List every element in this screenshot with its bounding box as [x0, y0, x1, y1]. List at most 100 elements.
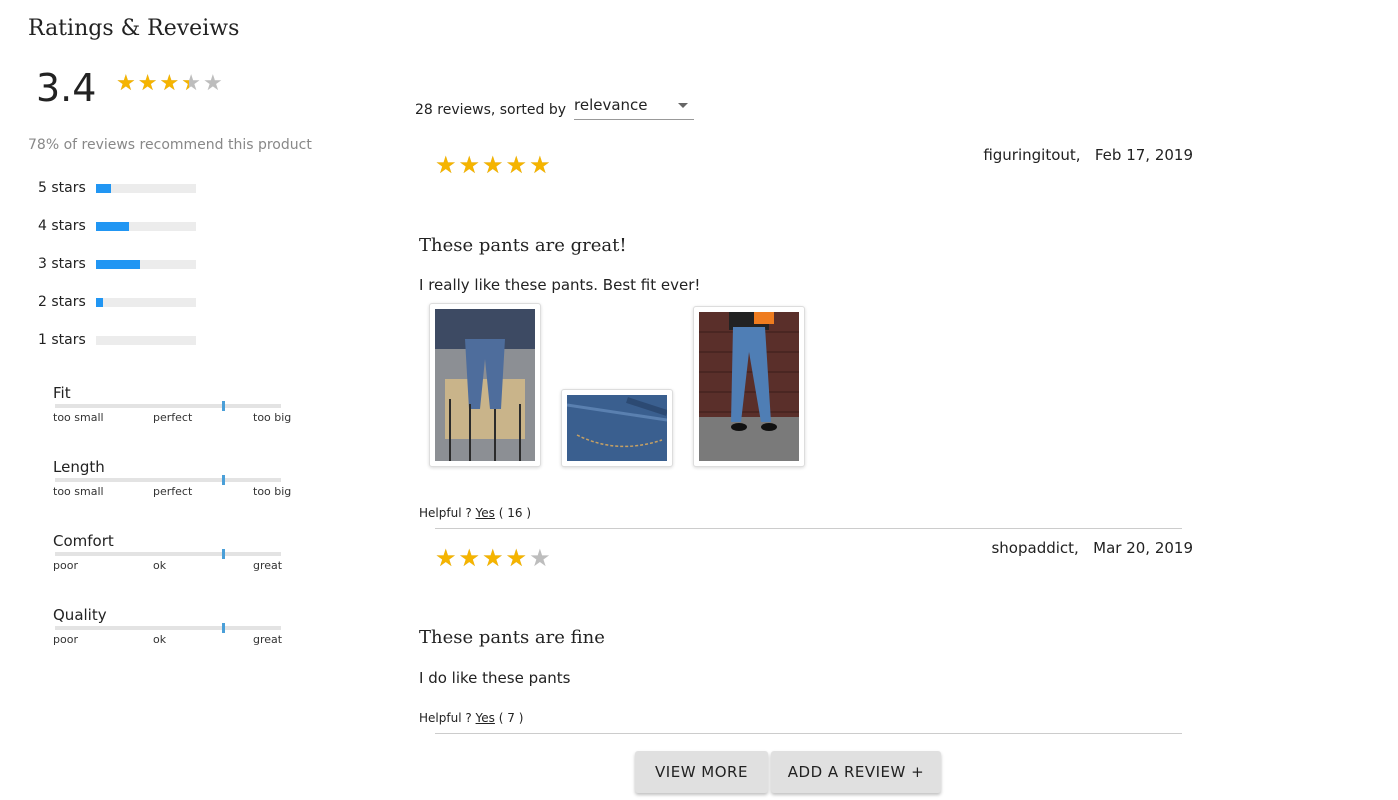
star-icon: ★★ — [116, 71, 136, 96]
sort-select[interactable]: relevance — [574, 96, 694, 120]
factor-low-label: too small — [53, 485, 104, 498]
helpful-yes-link[interactable]: Yes — [476, 711, 495, 725]
star-icon: ★★ — [458, 544, 481, 572]
factor-marker — [222, 623, 226, 633]
review-meta: shopaddict, Mar 20, 2019 — [991, 539, 1193, 557]
recommend-text: 78% of reviews recommend this product — [28, 137, 312, 153]
star-icon: ★★ — [159, 71, 180, 96]
star-icon: ★★ — [505, 151, 528, 179]
breakdown-bar-fill — [96, 183, 111, 193]
helpful-label: Helpful ? — [419, 506, 472, 520]
factor-name: Comfort — [53, 532, 114, 550]
breakdown-bar — [96, 183, 196, 193]
review-card: ★ ★ ★ ★ ★ ★ ★ ★ ★ ★ figuringitout, Feb 17, 2019 T… — [415, 140, 1195, 530]
review-meta: figuringitout, Feb 17, 2019 — [983, 146, 1193, 164]
review-card: ★ ★ ★ ★ ★ ★ ★ ★ ★ shopaddict, Mar 20, 2019 These… — [415, 533, 1195, 738]
sort-selected-value: relevance — [574, 96, 648, 114]
breakdown-row-3[interactable]: 3 stars — [38, 256, 196, 272]
breakdown-bar-fill — [96, 221, 129, 231]
review-username: figuringitout, — [983, 146, 1081, 164]
review-stars: ★ ★ ★ ★ ★ ★ ★ ★ ★ — [435, 546, 551, 570]
factor-track — [55, 475, 281, 485]
factor-high-label: too big — [253, 411, 292, 424]
breakdown-row-1[interactable]: 1 stars — [38, 332, 196, 348]
factor-quality: Quality poor ok great — [53, 606, 293, 646]
star-icon: ★ — [202, 71, 223, 96]
helpful-count: ( 16 ) — [498, 506, 532, 520]
review-body: I do like these pants — [419, 669, 571, 687]
review-divider — [435, 733, 1182, 734]
factor-high-label: too big — [253, 485, 292, 498]
star-icon: ★★ — [181, 71, 201, 96]
review-photo[interactable] — [561, 389, 673, 467]
section-title: Ratings & Reveiws — [28, 16, 240, 41]
factor-mid-label: perfect — [153, 411, 193, 424]
factor-fit: Fit too small perfect too big — [53, 384, 293, 424]
review-photo[interactable] — [693, 306, 805, 467]
breakdown-bar — [96, 221, 196, 231]
factor-name: Quality — [53, 606, 107, 624]
factor-mid-label: ok — [153, 559, 167, 572]
photo-denim-pocket — [567, 395, 667, 461]
star-icon: ★ — [529, 544, 551, 572]
factor-low-label: too small — [53, 411, 104, 424]
breakdown-bar-fill — [96, 297, 103, 307]
add-review-button[interactable]: ADD A REVIEW + — [771, 751, 941, 793]
star-icon: ★★ — [505, 544, 528, 572]
factor-marker — [222, 549, 226, 559]
factor-high-label: great — [253, 633, 283, 646]
factor-high-label: great — [253, 559, 283, 572]
star-icon: ★★ — [435, 544, 457, 572]
helpful-line: Helpful ? Yes ( 7 ) — [419, 711, 523, 725]
view-more-button[interactable]: VIEW MORE — [635, 751, 768, 793]
breakdown-row-2[interactable]: 2 stars — [38, 294, 196, 310]
star-icon: ★★ — [482, 151, 504, 179]
breakdown-bar — [96, 297, 196, 307]
average-stars: ★★★★★★★★★ — [116, 73, 223, 95]
breakdown-row-4[interactable]: 4 stars — [38, 218, 196, 234]
breakdown-bar — [96, 335, 196, 345]
helpful-line: Helpful ? Yes ( 16 ) — [419, 506, 531, 520]
star-icon: ★★ — [458, 151, 481, 179]
factor-comfort: Comfort poor ok great — [53, 532, 293, 572]
dropdown-arrow-icon — [678, 103, 688, 108]
review-username: shopaddict, — [991, 539, 1079, 557]
photo-hanging-jeans — [435, 309, 535, 461]
factor-mid-label: perfect — [153, 485, 193, 498]
star-icon: ★★ — [137, 71, 158, 96]
review-body: I really like these pants. Best fit ever… — [419, 276, 701, 294]
breakdown-label: 1 stars — [38, 332, 86, 348]
breakdown-bar-fill — [96, 259, 140, 269]
review-date: Feb 17, 2019 — [1094, 146, 1193, 164]
helpful-label: Helpful ? — [419, 711, 472, 725]
review-title: These pants are fine — [419, 627, 605, 648]
breakdown-label: 2 stars — [38, 294, 86, 310]
review-date: Mar 20, 2019 — [1093, 539, 1193, 557]
review-count-label: 28 reviews, sorted by — [415, 102, 566, 118]
helpful-yes-link[interactable]: Yes — [476, 506, 495, 520]
factor-marker — [222, 401, 226, 411]
factor-track — [55, 623, 281, 633]
breakdown-row-5[interactable]: 5 stars — [38, 180, 196, 196]
photo-person-jeans — [699, 312, 799, 461]
breakdown-label: 4 stars — [38, 218, 86, 234]
factor-low-label: poor — [53, 559, 78, 572]
review-divider — [435, 528, 1182, 529]
factor-track — [55, 549, 281, 559]
star-icon: ★★ — [482, 544, 504, 572]
star-icon: ★★ — [435, 151, 457, 179]
factor-name: Fit — [53, 384, 71, 402]
factor-low-label: poor — [53, 633, 78, 646]
factor-track — [55, 401, 281, 411]
breakdown-label: 5 stars — [38, 180, 86, 196]
factor-mid-label: ok — [153, 633, 167, 646]
review-title: These pants are great! — [419, 235, 627, 256]
factor-marker — [222, 475, 226, 485]
average-rating: 3.4 — [36, 66, 97, 110]
sort-bar: 28 reviews, sorted by relevance — [415, 94, 694, 120]
breakdown-bar — [96, 259, 196, 269]
star-icon: ★★ — [529, 151, 551, 179]
review-photo[interactable] — [429, 303, 541, 467]
factor-length: Length too small perfect too big — [53, 458, 293, 498]
review-stars: ★ ★ ★ ★ ★ ★ ★ ★ ★ ★ — [435, 153, 551, 177]
